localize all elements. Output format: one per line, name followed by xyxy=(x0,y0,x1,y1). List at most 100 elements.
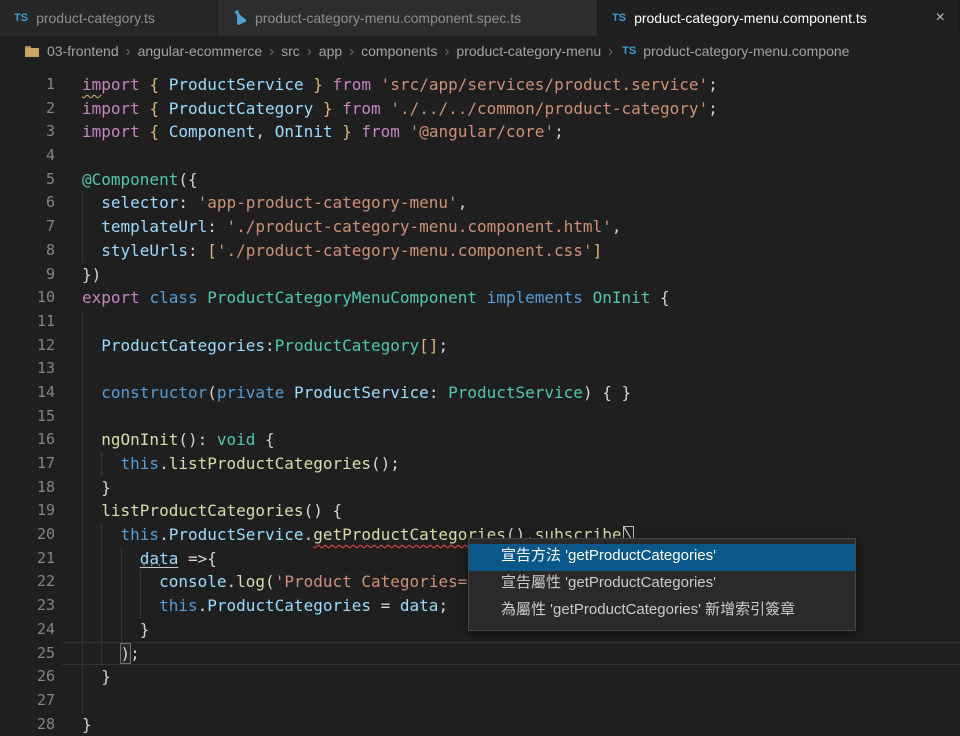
quickfix-menu-item[interactable]: 為屬性 'getProductCategories' 新增索引簽章 xyxy=(469,598,855,625)
tab-bar: TS product-category.ts product-category-me… xyxy=(0,0,960,36)
code-segment: }) xyxy=(82,264,102,284)
code-line-1[interactable]: 1 import { ProductService } from 'src/app… xyxy=(0,73,960,97)
line-number: 24 xyxy=(36,619,55,638)
code-segment: ({ xyxy=(178,169,198,189)
code-segment: } xyxy=(313,75,323,94)
code-text: } xyxy=(55,713,960,736)
indent-guide xyxy=(82,665,83,689)
code-segment: ProductService xyxy=(448,382,583,402)
code-segment: void xyxy=(216,430,256,450)
code-line-25[interactable]: 25 ); xyxy=(0,641,960,666)
code-line-12[interactable]: 12 ProductCategories:ProductCategory[]; xyxy=(0,333,960,358)
indent-guide xyxy=(82,499,83,524)
breadcrumb-item-src[interactable]: src xyxy=(281,43,300,59)
code-segment: { xyxy=(149,122,160,142)
tab-label: product-category-menu.component.ts xyxy=(634,10,867,26)
indent-guide xyxy=(139,594,141,618)
tab-product-category-menu.component.spec.ts[interactable]: product-category-menu.component.spec.ts xyxy=(218,0,598,36)
folder-icon xyxy=(25,46,39,57)
breadcrumb-item-angular-ecommerce[interactable]: angular-ecommerce xyxy=(138,43,263,59)
code-segment: console xyxy=(159,572,227,592)
chevron-separator: › xyxy=(349,42,355,60)
code-line-8[interactable]: 8 styleUrls: ['./product-category-menu.c… xyxy=(0,238,960,263)
typescript-icon: TS xyxy=(622,45,637,57)
code-line-19[interactable]: 19 listProductCategories() { xyxy=(0,499,960,524)
code-segment: from xyxy=(342,98,381,118)
breadcrumb-item-components[interactable]: components xyxy=(361,43,437,59)
line-number: 3 xyxy=(45,122,55,141)
breadcrumb-item-product-category-menu[interactable]: product-category-menu xyxy=(456,43,601,59)
code-text xyxy=(55,357,960,381)
code-segment: , xyxy=(457,193,468,213)
breadcrumb-item-03-frontend[interactable]: 03-frontend xyxy=(47,43,119,59)
code-line-2[interactable]: 2 import { ProductCategory } from './../.… xyxy=(0,97,960,121)
breadcrumb-file[interactable]: product-category-menu.compone xyxy=(643,43,849,59)
tab-product-category.ts[interactable]: TS product-category.ts xyxy=(0,0,218,36)
quickfix-menu-item[interactable]: 宣告屬性 'getProductCategories' xyxy=(469,571,855,598)
code-segment: from xyxy=(361,122,400,142)
tab-label: product-category.ts xyxy=(36,10,155,26)
code-text xyxy=(55,309,960,334)
code-segment: class xyxy=(149,288,198,308)
code-line-18[interactable]: 18 } xyxy=(0,475,960,500)
indent-guide xyxy=(82,475,83,500)
code-line-13[interactable]: 13 xyxy=(0,357,960,381)
code-segment: , xyxy=(611,217,622,237)
indent-guide xyxy=(101,570,103,595)
code-line-27[interactable]: 27 xyxy=(0,688,960,713)
code-segment: . xyxy=(226,572,237,592)
code-line-28[interactable]: 28} xyxy=(0,713,960,736)
close-icon[interactable]: × xyxy=(926,9,945,27)
indent-guide xyxy=(82,546,83,571)
code-line-10[interactable]: 10 export class ProductCategoryMenuCompon… xyxy=(0,286,960,310)
code-line-3[interactable]: 3 import { Component, OnInit } from '@ang… xyxy=(0,120,960,144)
code-text: } xyxy=(55,665,960,689)
code-line-11[interactable]: 11 xyxy=(0,309,960,334)
code-segment: @Component xyxy=(82,169,179,189)
indent-guide xyxy=(120,617,122,642)
indent-guide xyxy=(82,523,83,547)
code-line-17[interactable]: 17 this.listProductCategories(); xyxy=(0,452,960,476)
code-segment: } xyxy=(82,477,111,497)
code-line-26[interactable]: 26 } xyxy=(0,665,960,689)
code-segment: this xyxy=(120,454,160,473)
code-line-16[interactable]: 16 ngOnInit(): void { xyxy=(0,428,960,452)
tab-label: product-category-menu.component.spec.ts xyxy=(255,10,522,26)
code-segment: } xyxy=(82,619,150,639)
code-segment: ) xyxy=(119,642,132,664)
indent-guide xyxy=(82,570,83,595)
indent-guide xyxy=(82,309,83,334)
code-segment: im xyxy=(82,75,102,94)
code-segment: this xyxy=(159,596,198,616)
code-line-6[interactable]: 6 selector: 'app-product-category-menu', xyxy=(0,191,960,216)
line-number: 8 xyxy=(45,240,55,259)
code-segment: data xyxy=(399,596,439,616)
code-line-5[interactable]: 5 @Component({ xyxy=(0,168,960,192)
line-number: 19 xyxy=(36,501,55,520)
tab-product-category-menu.component.ts[interactable]: TS product-category-menu.component.ts × xyxy=(598,0,960,36)
quickfix-menu-item[interactable]: 宣告方法 'getProductCategories' xyxy=(469,544,855,571)
code-segment: } xyxy=(342,122,352,142)
breadcrumb-item-app[interactable]: app xyxy=(319,43,342,59)
line-number: 12 xyxy=(36,335,55,354)
code-segment: : xyxy=(428,382,449,402)
code-line-4[interactable]: 4 xyxy=(0,144,960,168)
line-number: 17 xyxy=(36,454,55,472)
code-text: ProductCategories:ProductCategory[]; xyxy=(55,333,960,358)
code-line-15[interactable]: 15 xyxy=(0,404,960,429)
code-segment: './../../common/product-category' xyxy=(390,98,709,118)
code-line-7[interactable]: 7 templateUrl: './product-category-menu.… xyxy=(0,215,960,239)
line-number: 13 xyxy=(36,359,55,378)
code-segment: 'Product Categories= xyxy=(274,572,468,592)
code-segment: => xyxy=(178,548,208,568)
code-line-14[interactable]: 14 constructor(private ProductService: P… xyxy=(0,380,960,405)
code-line-9[interactable]: 9}) xyxy=(0,263,960,287)
